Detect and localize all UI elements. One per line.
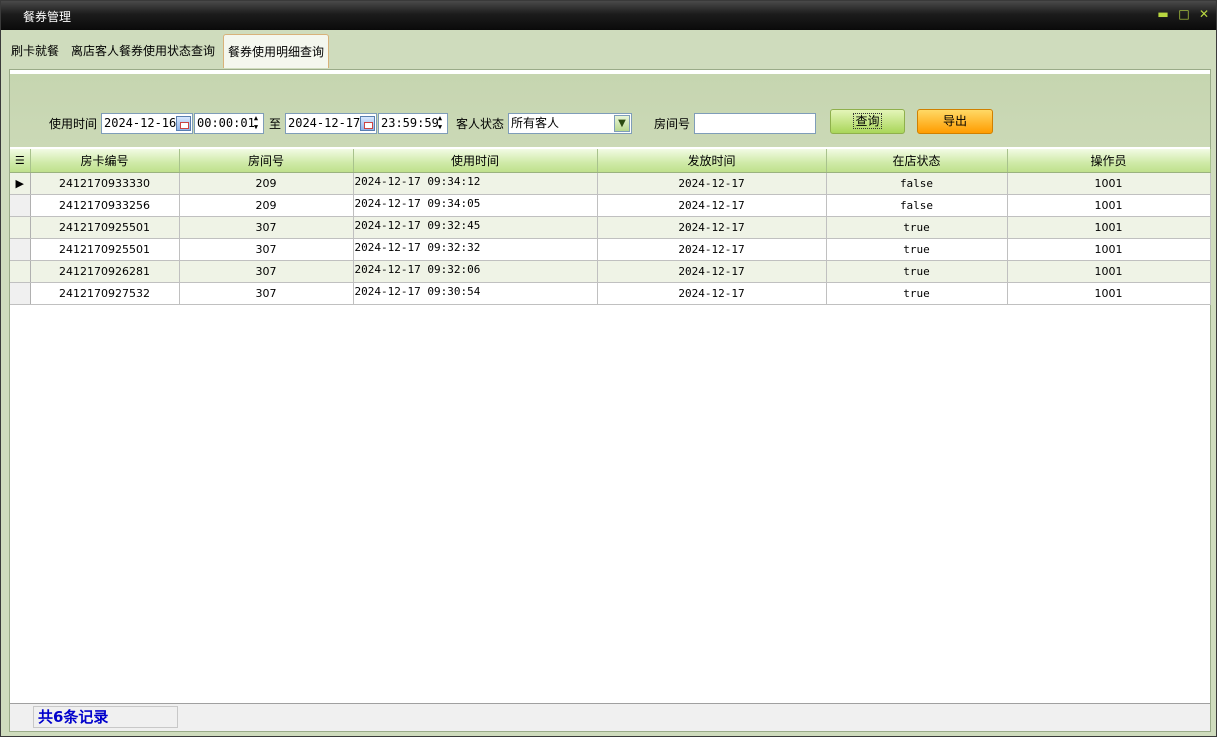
cell-issue-time: 2024-12-17 [597,238,827,261]
record-count: 共6条记录 [33,706,178,728]
tab-card-dining[interactable]: 刷卡就餐 [7,34,63,68]
date-to-value: 2024-12-17 [288,116,361,130]
column-header[interactable]: 在店状态 [826,149,1008,173]
cell-operator: 1001 [1007,172,1211,195]
date-from-value: 2024-12-16 [104,116,177,130]
cell-status: true [826,282,1008,305]
time-from-value: 00:00:01 [197,116,255,130]
cell-use-time: 2024-12-17 09:32:32 [353,238,598,261]
cell-issue-time: 2024-12-17 [597,172,827,195]
query-button[interactable]: 查询 [830,109,905,134]
guest-status-select[interactable]: 所有客人 ▼ [508,113,632,134]
filter-bar: 使用时间 2024-12-16 00:00:01 ▲ ▼ 至 2024-12-17… [10,74,1210,147]
app-window: 餐券管理 ▬ □ ✕ 刷卡就餐 离店客人餐券使用状态查询 餐券使用明细查询 使用… [0,0,1217,737]
column-header[interactable]: 操作员 [1007,149,1211,173]
row-selector[interactable] [10,260,31,283]
table-row[interactable]: 2412170933256 209 2024-12-17 09:34:05 20… [10,194,1211,217]
column-header[interactable]: 使用时间 [353,149,598,173]
cell-card: 2412170927532 [30,282,180,305]
main-panel: 使用时间 2024-12-16 00:00:01 ▲ ▼ 至 2024-12-17… [9,69,1211,732]
query-button-label: 查询 [853,113,882,129]
cell-room: 209 [179,194,354,217]
cell-issue-time: 2024-12-17 [597,216,827,239]
cell-use-time: 2024-12-17 09:34:12 [353,172,598,195]
cell-use-time: 2024-12-17 09:32:06 [353,260,598,283]
row-selector[interactable] [10,282,31,305]
cell-status: false [826,194,1008,217]
cell-status: true [826,260,1008,283]
cell-operator: 1001 [1007,194,1211,217]
status-bar: 共6条记录 [10,703,1210,731]
room-label: 房间号 [654,117,691,131]
cell-use-time: 2024-12-17 09:30:54 [353,282,598,305]
column-header[interactable]: 房间号 [179,149,354,173]
column-header[interactable]: 房卡编号 [30,149,180,173]
cell-room: 307 [179,238,354,261]
tab-departed-guest-status[interactable]: 离店客人餐券使用状态查询 [67,34,219,68]
cell-status: false [826,172,1008,195]
date-from-picker[interactable]: 2024-12-16 [101,113,193,134]
table-row[interactable]: 2412170926281 307 2024-12-17 09:32:06 20… [10,260,1211,283]
cell-room: 209 [179,172,354,195]
cell-card: 2412170925501 [30,238,180,261]
cell-status: true [826,238,1008,261]
window-title: 餐券管理 [23,10,72,24]
cell-card: 2412170925501 [30,216,180,239]
chevron-down-icon[interactable]: ▼ [614,115,630,132]
maximize-icon[interactable]: □ [1177,7,1191,21]
time-to-field[interactable]: 23:59:59 ▲ ▼ [378,113,448,134]
title-bar: 餐券管理 ▬ □ ✕ [1,1,1216,30]
cell-card: 2412170926281 [30,260,180,283]
time-to-value: 23:59:59 [381,116,439,130]
spinner-icon[interactable]: ▲ ▼ [249,114,263,133]
spinner-icon[interactable]: ▲ ▼ [433,114,447,133]
cell-use-time: 2024-12-17 09:32:45 [353,216,598,239]
close-icon[interactable]: ✕ [1197,7,1211,21]
cell-operator: 1001 [1007,282,1211,305]
table-row[interactable]: 2412170925501 307 2024-12-17 09:32:32 20… [10,238,1211,261]
cell-room: 307 [179,282,354,305]
cell-issue-time: 2024-12-17 [597,282,827,305]
minimize-icon[interactable]: ▬ [1156,7,1170,21]
room-input[interactable] [694,113,816,134]
cell-status: true [826,216,1008,239]
cell-operator: 1001 [1007,260,1211,283]
time-from-field[interactable]: 00:00:01 ▲ ▼ [194,113,264,134]
guest-status-value: 所有客人 [511,116,560,130]
usage-table: ☰ 房卡编号 房间号 使用时间 发放时间 在店状态 操作员 ▶ 24121709… [10,149,1211,305]
date-to-picker[interactable]: 2024-12-17 [285,113,377,134]
row-selector[interactable] [10,194,31,217]
table-row[interactable]: 2412170927532 307 2024-12-17 09:30:54 20… [10,282,1211,305]
cell-operator: 1001 [1007,216,1211,239]
cell-use-time: 2024-12-17 09:34:05 [353,194,598,217]
cell-card: 2412170933256 [30,194,180,217]
guest-status-label: 客人状态 [456,117,505,131]
cell-operator: 1001 [1007,238,1211,261]
calendar-icon[interactable] [360,116,375,131]
row-selector[interactable] [10,216,31,239]
tab-usage-detail[interactable]: 餐券使用明细查询 [223,34,330,68]
column-header[interactable]: 发放时间 [597,149,827,173]
export-button[interactable]: 导出 [917,109,993,134]
cell-issue-time: 2024-12-17 [597,260,827,283]
table-row[interactable]: ▶ 2412170933330 209 2024-12-17 09:34:12 … [10,172,1211,195]
cell-issue-time: 2024-12-17 [597,194,827,217]
table-header-row: ☰ 房卡编号 房间号 使用时间 发放时间 在店状态 操作员 [10,149,1211,173]
column-chooser-icon[interactable]: ☰ [10,149,31,173]
cell-card: 2412170933330 [30,172,180,195]
cell-room: 307 [179,260,354,283]
table-row[interactable]: 2412170925501 307 2024-12-17 09:32:45 20… [10,216,1211,239]
usage-grid: ☰ 房卡编号 房间号 使用时间 发放时间 在店状态 操作员 ▶ 24121709… [10,149,1211,305]
row-pointer-icon: ▶ [10,172,31,195]
cell-room: 307 [179,216,354,239]
use-time-label: 使用时间 [49,117,98,131]
calendar-icon[interactable] [176,116,191,131]
to-label: 至 [269,117,282,131]
row-selector[interactable] [10,238,31,261]
